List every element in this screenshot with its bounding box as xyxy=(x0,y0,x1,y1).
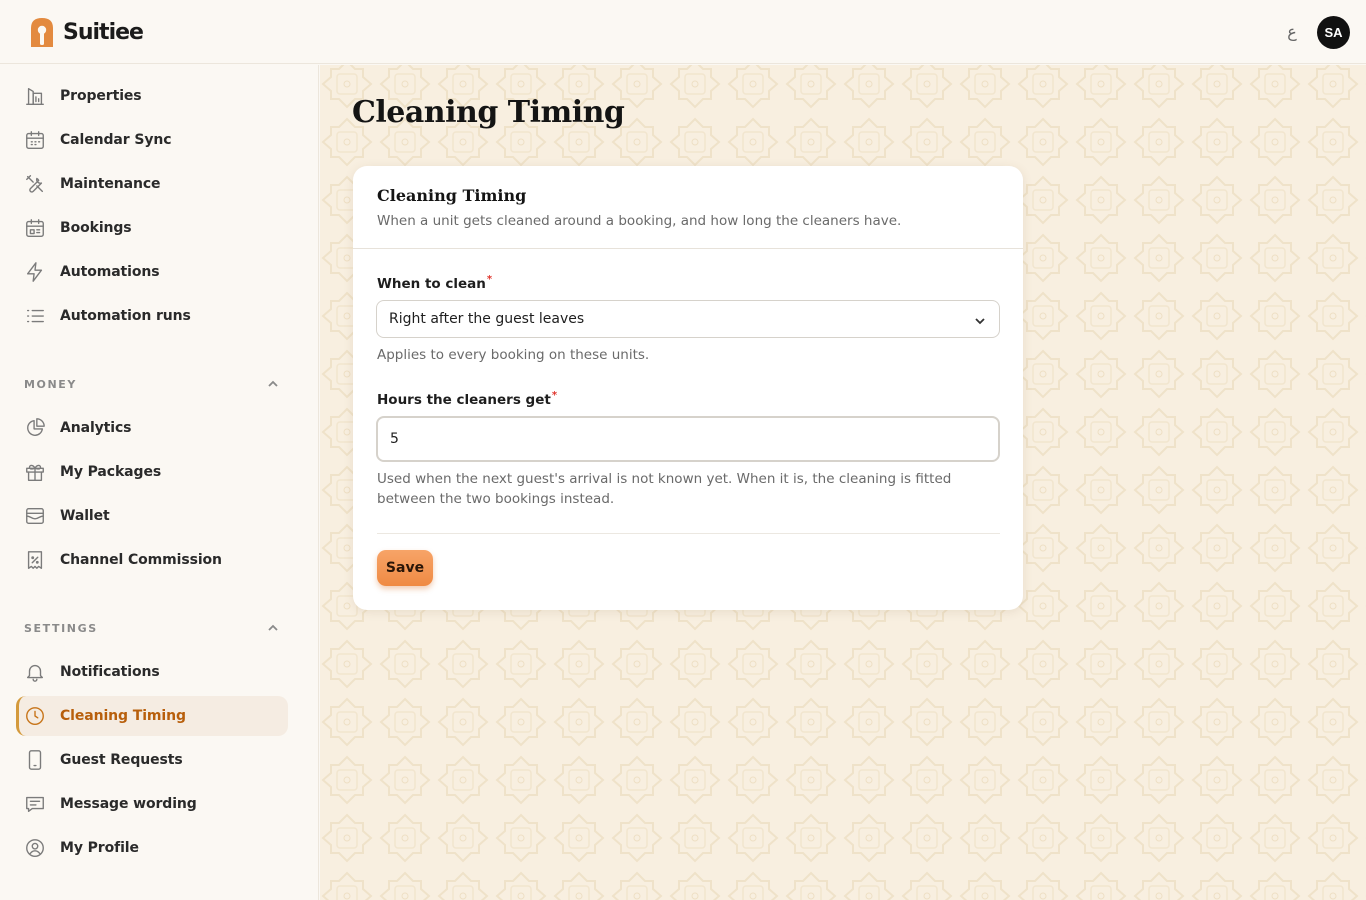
sidebar-item-bookings[interactable]: Bookings xyxy=(16,208,288,248)
sidebar-item-label: Maintenance xyxy=(60,176,161,192)
section-header-settings[interactable]: SETTINGS xyxy=(24,620,279,636)
brand-name: Suitiee xyxy=(63,20,144,45)
sidebar: Properties Calendar Sync Maintenance Boo… xyxy=(0,65,319,900)
hours-input[interactable] xyxy=(376,416,1000,462)
logo-icon xyxy=(31,18,53,47)
section-header-money[interactable]: MONEY xyxy=(24,376,279,392)
sidebar-item-label: Message wording xyxy=(60,796,197,812)
save-button[interactable]: Save xyxy=(377,550,433,586)
sidebar-item-calendar-sync[interactable]: Calendar Sync xyxy=(16,120,288,160)
tools-icon xyxy=(24,173,46,195)
wallet-icon xyxy=(24,505,46,527)
top-bar: Suitiee ع SA xyxy=(0,0,1366,64)
card-title: Cleaning Timing xyxy=(377,186,527,205)
sidebar-item-maintenance[interactable]: Maintenance xyxy=(16,164,288,204)
settings-card: Cleaning Timing When a unit gets cleaned… xyxy=(353,166,1023,610)
bell-icon xyxy=(24,661,46,683)
chat-icon xyxy=(24,793,46,815)
chevron-up-icon xyxy=(267,375,279,394)
sidebar-item-channel-commission[interactable]: Channel Commission xyxy=(16,540,288,580)
select-value: Right after the guest leaves xyxy=(389,311,585,327)
sidebar-item-properties[interactable]: Properties xyxy=(16,76,288,116)
chevron-down-icon xyxy=(973,313,987,327)
required-mark: * xyxy=(486,274,493,285)
lightning-icon xyxy=(24,261,46,283)
hours-label: Hours the cleaners get* xyxy=(377,390,558,408)
sidebar-item-label: Channel Commission xyxy=(60,552,222,568)
page-title: Cleaning Timing xyxy=(352,95,625,130)
when-to-clean-select[interactable]: Right after the guest leaves xyxy=(376,300,1000,338)
avatar[interactable]: SA xyxy=(1317,16,1350,49)
list-icon xyxy=(24,305,46,327)
main-content: Cleaning Timing Cleaning Timing When a u… xyxy=(320,65,1366,900)
when-to-clean-label: When to clean* xyxy=(377,274,493,292)
phone-icon xyxy=(24,749,46,771)
field-label-text: Hours the cleaners get xyxy=(377,392,551,408)
sidebar-item-label: Guest Requests xyxy=(60,752,183,768)
sidebar-item-my-packages[interactable]: My Packages xyxy=(16,452,288,492)
sidebar-item-wallet[interactable]: Wallet xyxy=(16,496,288,536)
sidebar-item-label: Wallet xyxy=(60,508,110,524)
sidebar-item-label: Automation runs xyxy=(60,308,191,324)
sidebar-item-notifications[interactable]: Notifications xyxy=(16,652,288,692)
sidebar-item-automations[interactable]: Automations xyxy=(16,252,288,292)
divider xyxy=(353,248,1023,249)
sidebar-item-guest-requests[interactable]: Guest Requests xyxy=(16,740,288,780)
sidebar-item-label: Notifications xyxy=(60,664,160,680)
card-description: When a unit gets cleaned around a bookin… xyxy=(377,213,902,229)
sidebar-item-label: Calendar Sync xyxy=(60,132,172,148)
required-mark: * xyxy=(551,390,558,401)
building-chart-icon xyxy=(24,85,46,107)
sidebar-item-cleaning-timing[interactable]: Cleaning Timing xyxy=(16,696,288,736)
sidebar-item-label: Bookings xyxy=(60,220,132,236)
brand[interactable]: Suitiee xyxy=(29,16,144,49)
language-toggle[interactable]: ع xyxy=(1283,20,1301,44)
calendar-icon xyxy=(24,129,46,151)
section-label: SETTINGS xyxy=(24,621,98,635)
sidebar-item-label: Properties xyxy=(60,88,142,104)
sidebar-item-label: My Profile xyxy=(60,840,139,856)
user-circle-icon xyxy=(24,837,46,859)
section-label: MONEY xyxy=(24,377,77,391)
sidebar-item-label: Analytics xyxy=(60,420,132,436)
receipt-percent-icon xyxy=(24,549,46,571)
pie-chart-icon xyxy=(24,417,46,439)
divider xyxy=(377,533,1000,534)
when-to-clean-help: Applies to every booking on these units. xyxy=(377,347,650,363)
field-label-text: When to clean xyxy=(377,276,486,292)
sidebar-item-analytics[interactable]: Analytics xyxy=(16,408,288,448)
sidebar-item-message-wording[interactable]: Message wording xyxy=(16,784,288,824)
sidebar-item-label: Automations xyxy=(60,264,160,280)
calendar-grid-icon xyxy=(24,217,46,239)
chevron-up-icon xyxy=(267,619,279,638)
sidebar-item-label: Cleaning Timing xyxy=(60,708,186,724)
sidebar-item-my-profile[interactable]: My Profile xyxy=(16,828,288,868)
sidebar-item-automation-runs[interactable]: Automation runs xyxy=(16,296,288,336)
hours-help: Used when the next guest's arrival is no… xyxy=(377,471,952,507)
clock-icon xyxy=(24,705,46,727)
gift-icon xyxy=(24,461,46,483)
sidebar-item-label: My Packages xyxy=(60,464,162,480)
